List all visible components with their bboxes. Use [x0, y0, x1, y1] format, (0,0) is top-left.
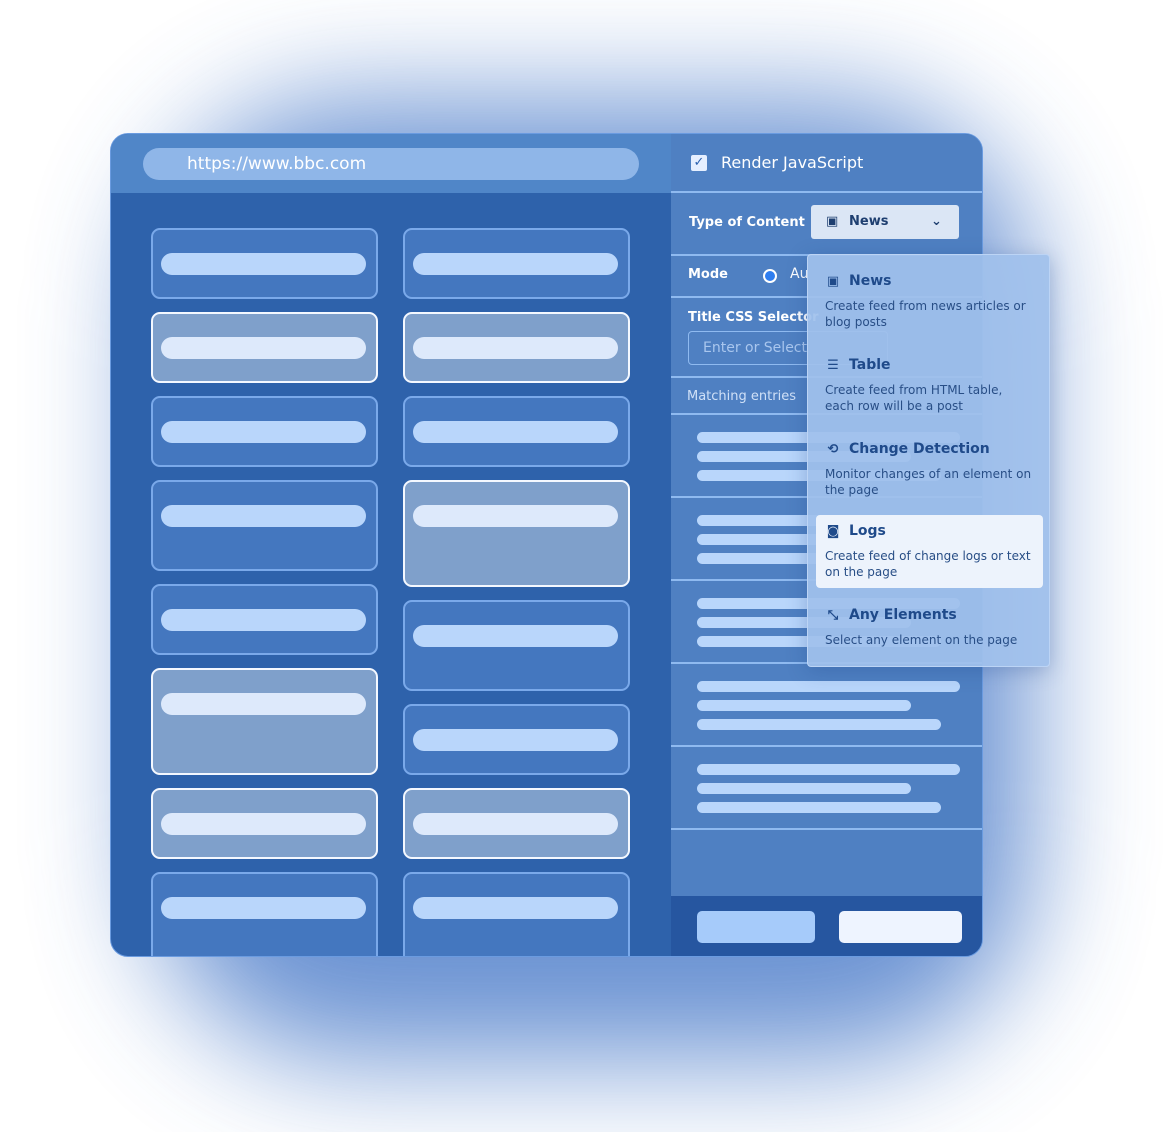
text-placeholder	[161, 813, 366, 835]
item-title-row: ☰ Table	[825, 357, 1034, 373]
text-placeholder	[161, 897, 366, 919]
preview-card[interactable]	[151, 788, 378, 859]
item-title: Any Elements	[849, 607, 957, 623]
render-js-row: ✓ Render JavaScript	[671, 134, 982, 193]
chevron-down-icon: ⌄	[931, 214, 942, 229]
mode-label: Mode	[688, 267, 728, 282]
item-description: Create feed from news articles or blog p…	[825, 299, 1026, 329]
browser-header: https://www.bbc.com	[111, 134, 671, 193]
text-placeholder	[161, 337, 366, 359]
item-title-row: ◙ Logs	[825, 523, 1034, 539]
item-description: Select any element on the page	[825, 633, 1018, 647]
logs-icon: ◙	[826, 523, 840, 539]
text-placeholder	[697, 719, 941, 730]
text-placeholder	[161, 421, 366, 443]
preview-card[interactable]	[403, 228, 630, 299]
dropdown-item-logs[interactable]: ◙ Logs Create feed of change logs or text …	[816, 515, 1043, 588]
text-placeholder	[697, 681, 960, 692]
text-placeholder	[413, 253, 618, 275]
item-title-row: ▣ News	[825, 273, 1034, 289]
preview-card[interactable]	[151, 872, 378, 956]
dropdown-item-change-detection[interactable]: ⟲ Change Detection Monitor changes of an e…	[816, 433, 1043, 506]
text-placeholder	[413, 505, 618, 527]
text-placeholder	[697, 802, 941, 813]
item-description: Monitor changes of an element on the pag…	[825, 467, 1032, 497]
preview-card[interactable]	[151, 480, 378, 571]
preview-card[interactable]	[403, 396, 630, 467]
news-icon: ▣	[826, 214, 839, 229]
text-placeholder	[161, 693, 366, 715]
change-detection-icon: ⟲	[827, 441, 839, 457]
preview-card[interactable]	[403, 788, 630, 859]
dropdown-item-news[interactable]: ▣ News Create feed from news articles or b…	[816, 265, 1043, 338]
type-of-content-row: Type of Content ▣ News ⌄	[671, 193, 982, 256]
preview-card[interactable]	[403, 480, 630, 587]
dropdown-item-table[interactable]: ☰ Table Create feed from HTML table, each …	[816, 349, 1043, 422]
url-bar[interactable]: https://www.bbc.com	[143, 148, 639, 180]
preview-card[interactable]	[151, 312, 378, 383]
item-title-row: ⟲ Change Detection	[825, 441, 1034, 457]
matching-entry[interactable]	[671, 664, 982, 747]
text-placeholder	[161, 609, 366, 631]
text-placeholder	[161, 505, 366, 527]
secondary-button[interactable]	[697, 911, 815, 943]
render-js-label: Render JavaScript	[721, 153, 864, 172]
title-selector-label: Title CSS Selector	[688, 310, 819, 325]
item-title: Change Detection	[849, 441, 990, 457]
item-title: News	[849, 273, 892, 289]
item-description: Create feed from HTML table, each row wi…	[825, 383, 1003, 413]
text-placeholder	[413, 897, 618, 919]
item-description: Create feed of change logs or text on th…	[825, 549, 1031, 579]
preview-card[interactable]	[151, 228, 378, 299]
preview-card[interactable]	[403, 312, 630, 383]
preview-card[interactable]	[151, 396, 378, 467]
mode-radio[interactable]	[763, 269, 777, 283]
render-js-checkbox[interactable]: ✓	[691, 155, 707, 171]
text-placeholder	[413, 813, 618, 835]
panel-footer	[671, 896, 982, 956]
text-placeholder	[413, 337, 618, 359]
type-of-content-select[interactable]: ▣ News ⌄	[811, 205, 959, 239]
any-elements-icon: ⤡	[827, 607, 839, 623]
type-of-content-label: Type of Content	[689, 215, 805, 230]
preview-card[interactable]	[403, 872, 630, 956]
preview-card[interactable]	[403, 600, 630, 691]
table-icon: ☰	[827, 357, 839, 373]
dropdown-item-any-elements[interactable]: ⤡ Any Elements Select any element on the p…	[816, 599, 1043, 656]
item-title: Table	[849, 357, 891, 373]
mode-option-label: Au	[790, 266, 809, 282]
text-placeholder	[697, 764, 960, 775]
preview-card[interactable]	[151, 584, 378, 655]
preview-card[interactable]	[151, 668, 378, 775]
news-icon: ▣	[826, 273, 840, 289]
text-placeholder	[413, 729, 618, 751]
item-title-row: ⤡ Any Elements	[825, 607, 1034, 623]
text-placeholder	[161, 253, 366, 275]
selected-value: News	[849, 214, 889, 229]
item-title: Logs	[849, 523, 886, 539]
content-type-dropdown: ▣ News Create feed from news articles or b…	[807, 254, 1050, 667]
text-placeholder	[413, 421, 618, 443]
text-placeholder	[413, 625, 618, 647]
matching-entries-label: Matching entries	[687, 389, 796, 404]
text-placeholder	[697, 783, 911, 794]
matching-entry[interactable]	[671, 747, 982, 830]
primary-button[interactable]	[839, 911, 962, 943]
preview-card[interactable]	[403, 704, 630, 775]
text-placeholder	[697, 700, 911, 711]
